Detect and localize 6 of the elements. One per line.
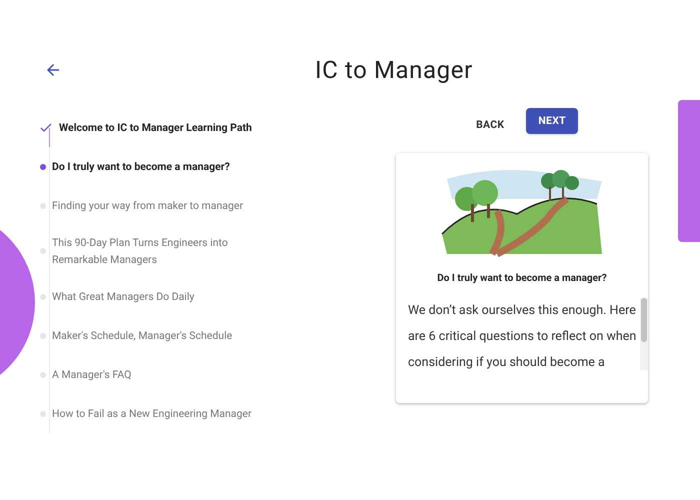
scrollbar[interactable]	[640, 298, 648, 370]
card-body-text: We don’t ask ourselves this enough. Here are 6 critical questions to reflect on when considering if you should become a	[408, 302, 638, 372]
back-button[interactable]: BACK	[468, 112, 512, 138]
card-heading: Do I truly want to become a manager?	[437, 272, 607, 286]
next-button[interactable]: NEXT	[526, 108, 578, 134]
page-title: IC to Manager	[315, 55, 473, 86]
